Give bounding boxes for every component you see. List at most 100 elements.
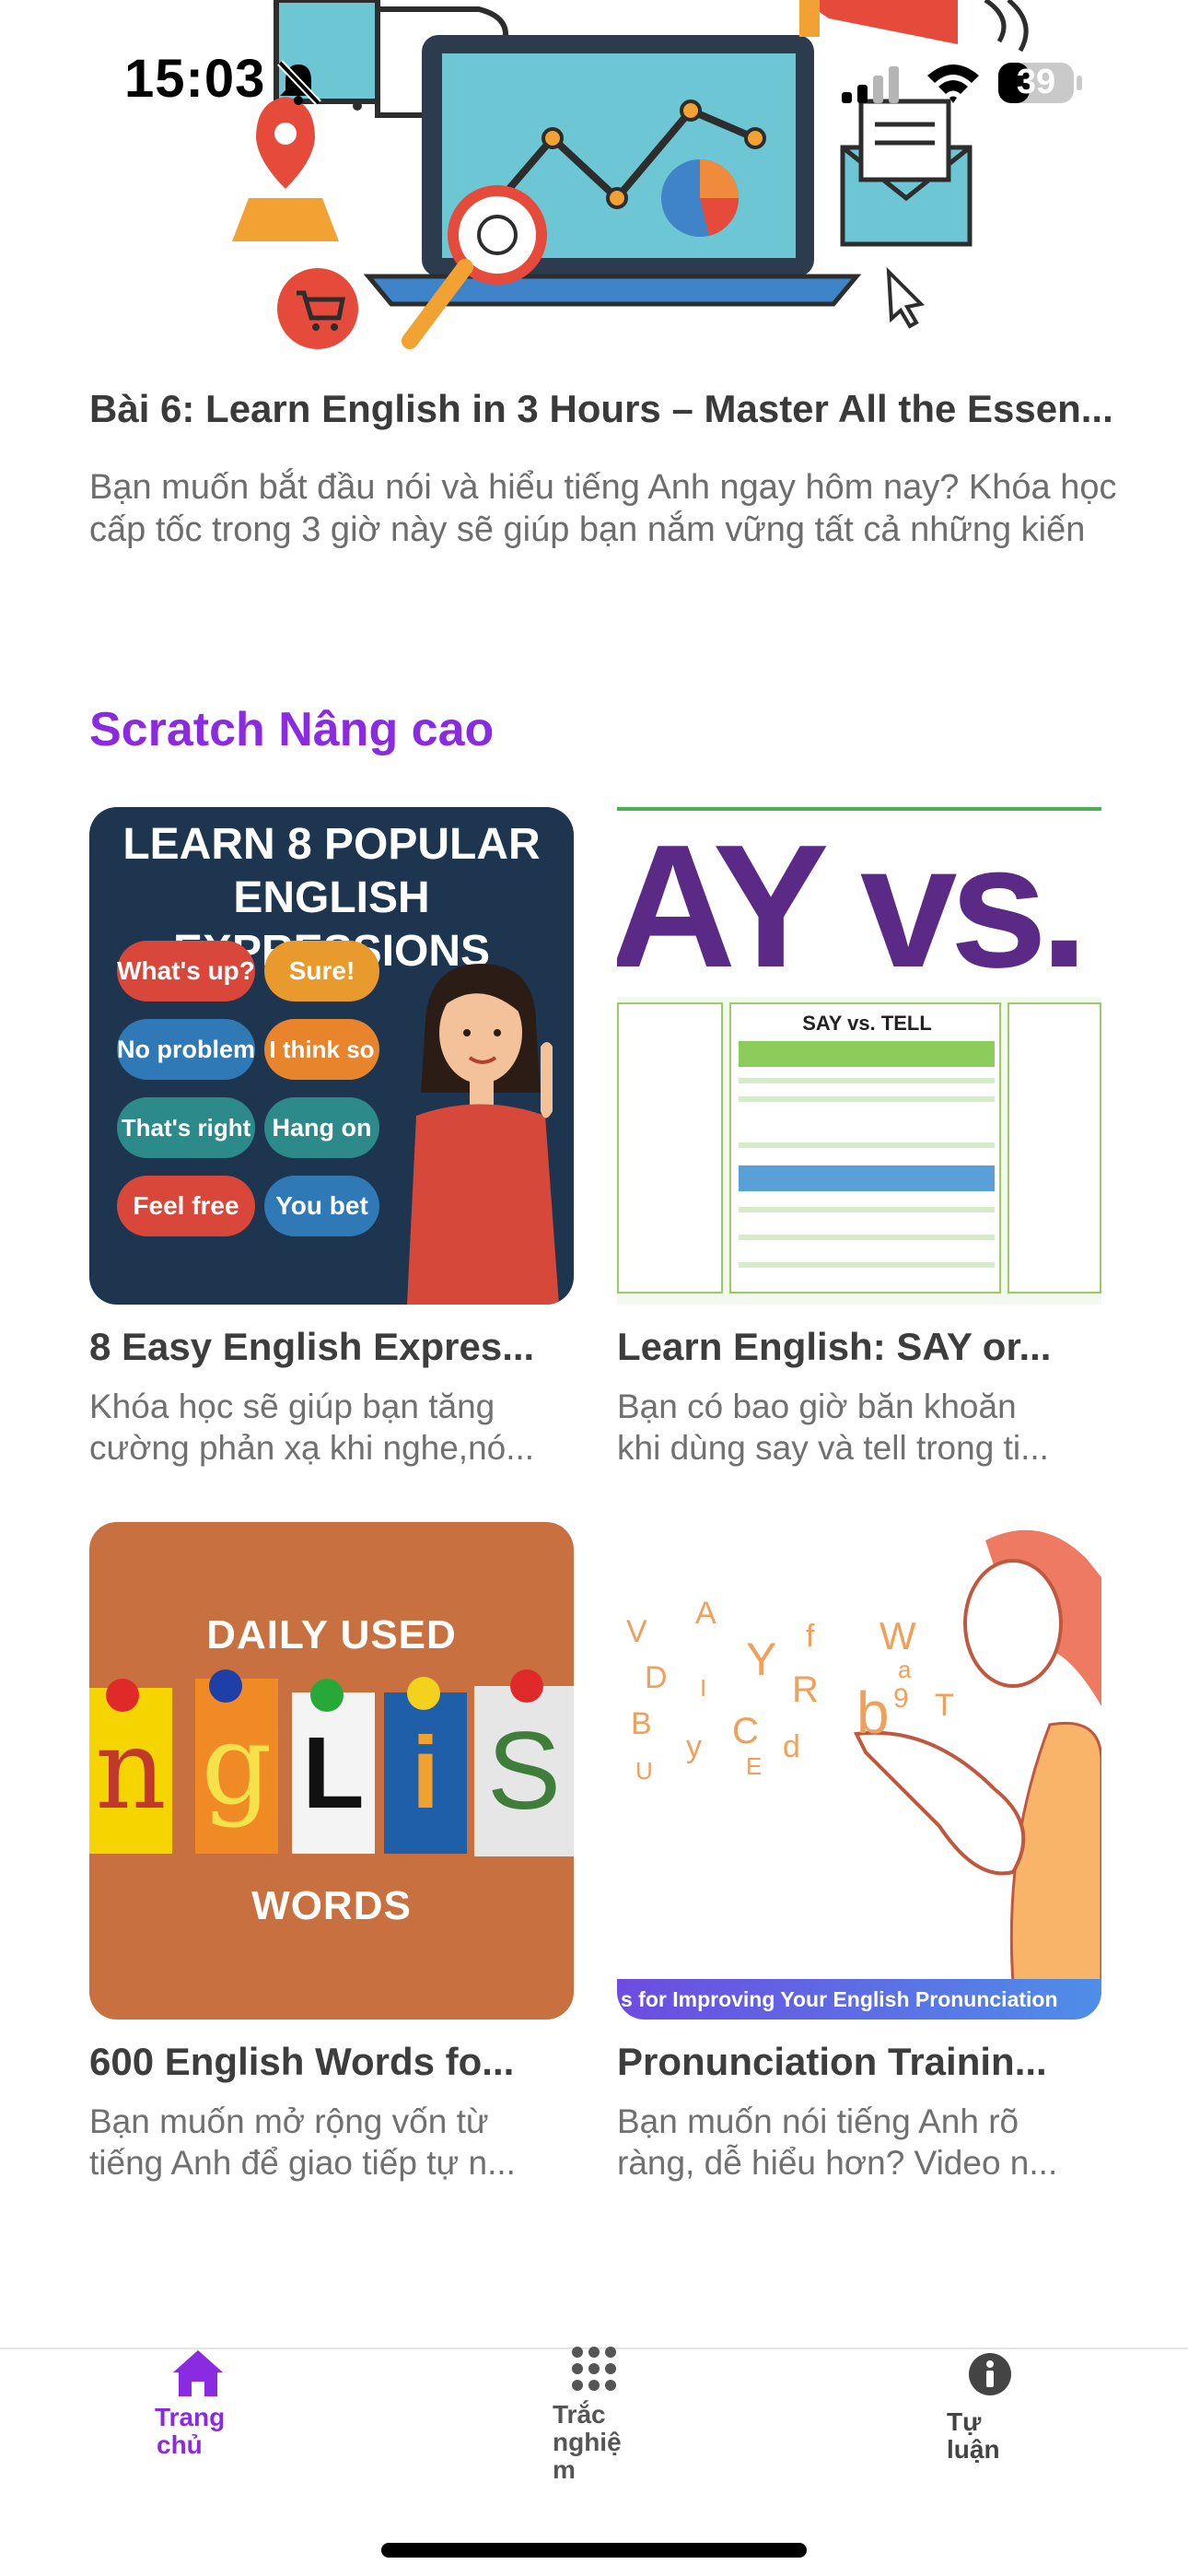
- course-description-line: Bạn muốn mở rộng vốn từ: [89, 2102, 489, 2140]
- letter-card: L: [292, 1692, 375, 1854]
- letter: Y: [746, 1633, 777, 1685]
- speech-bubble: What's up?: [117, 941, 255, 1001]
- course-description-line: Bạn muốn nói tiếng Anh rõ: [617, 2102, 1019, 2140]
- speech-bubble: I think so: [264, 1019, 379, 1080]
- course-description-line: khi dùng say và tell trong ti...: [617, 1429, 1049, 1467]
- bottom-tab-bar: Trang chủ Trắc nghiệ m Tự luận: [0, 2347, 1188, 2576]
- worksheet-line: [739, 1078, 995, 1083]
- letter: D: [645, 1660, 668, 1695]
- tab-label-line: Trắc: [553, 2400, 606, 2429]
- letter: b: [856, 1680, 890, 1746]
- letter: R: [792, 1669, 819, 1710]
- wifi-icon: [927, 64, 979, 103]
- woman-illustration: [407, 964, 559, 1305]
- grid-icon: [572, 2347, 616, 2391]
- letter: C: [732, 1711, 759, 1751]
- article-description: Bạn muốn bắt đầu nói và hiểu tiếng Anh n…: [89, 466, 1148, 551]
- pushpin-icon: [407, 1677, 440, 1710]
- tab-essay[interactable]: Tự luận: [947, 2349, 1076, 2464]
- letter: A: [695, 1596, 716, 1631]
- cellular-signal-icon: [842, 66, 899, 103]
- tab-label-line: Trang: [155, 2403, 226, 2431]
- course-title[interactable]: 600 English Words fo...: [89, 2040, 574, 2084]
- course-description-line: ràng, dễ hiểu hơn? Video n...: [617, 2144, 1058, 2182]
- tab-label: Trang chủ: [155, 2404, 284, 2459]
- letter: 9: [893, 1683, 909, 1714]
- letter-card: i: [384, 1692, 467, 1854]
- tab-label: Trắc nghiệ m: [553, 2401, 681, 2484]
- worksheet-header-row: [739, 1165, 995, 1191]
- speech-bubble: Feel free: [117, 1176, 255, 1236]
- letter: a: [898, 1656, 912, 1683]
- letter: f: [806, 1619, 815, 1654]
- course-card[interactable]: LEARN 8 POPULAR ENGLISH EXPRESSIONS What…: [89, 807, 574, 1469]
- speech-bubble: That's right: [117, 1097, 255, 1158]
- letter: y: [686, 1729, 702, 1764]
- course-description-line: Bạn có bao giờ băn khoăn: [617, 1388, 1017, 1425]
- thumb-heading-line: LEARN 8 POPULAR: [122, 820, 541, 869]
- letter-card: g: [195, 1679, 278, 1854]
- course-thumbnail[interactable]: DAILY USED n g L i S WORDS: [89, 1522, 574, 2020]
- pushpin-icon: [106, 1679, 139, 1712]
- thumb-banner: s for Improving Your English Pronunciati…: [617, 1979, 1101, 2020]
- thumb-top-text: DAILY USED: [206, 1612, 457, 1657]
- bell-slash-icon: [277, 60, 321, 106]
- course-title[interactable]: 8 Easy English Expres...: [89, 1325, 574, 1369]
- letter: W: [879, 1614, 916, 1657]
- course-description: Bạn muốn mở rộng vốn từ tiếng Anh để gia…: [89, 2101, 574, 2184]
- tab-label-line: luận: [947, 2435, 1000, 2464]
- worksheet-line: [739, 1235, 995, 1240]
- letter: V: [626, 1614, 647, 1649]
- thumb-heading: AY vs. TE: [617, 809, 1101, 1004]
- home-icon: [173, 2350, 223, 2396]
- article-hero-image[interactable]: 15:03 39: [0, 0, 1188, 369]
- thumb-worksheet-area: SAY vs. TELL: [617, 997, 1101, 1305]
- article-description-line: Bạn muốn bắt đầu nói và hiểu tiếng Anh n…: [89, 468, 1117, 507]
- worksheet-line: [739, 1262, 995, 1268]
- status-time: 15:03: [124, 49, 266, 109]
- info-icon: [969, 2353, 1011, 2395]
- course-description: Bạn muốn nói tiếng Anh rõ ràng, dễ hiểu …: [617, 2101, 1101, 2184]
- floating-letters: V A Y f W D I R a b 9 T B C y d E U: [617, 1522, 1101, 1983]
- letter-card: S: [474, 1686, 574, 1856]
- worksheet-panel-title: SAY vs. TELL: [802, 1012, 932, 1035]
- thumb-bottom-text: WORDS: [251, 1883, 412, 1928]
- course-description-line: tiếng Anh để giao tiếp tự n...: [89, 2144, 516, 2182]
- section-title: Scratch Nâng cao: [89, 703, 495, 756]
- worksheet-header-row: [739, 1041, 995, 1067]
- letter: T: [935, 1688, 954, 1723]
- letter: B: [631, 1706, 652, 1741]
- worksheet-line: [739, 1142, 995, 1148]
- course-card[interactable]: DAILY USED n g L i S WORDS 600 English W…: [89, 1522, 574, 2184]
- course-card[interactable]: AY vs. TE SAY vs. TELL Learn English: SA…: [617, 807, 1101, 1469]
- course-thumbnail[interactable]: LEARN 8 POPULAR ENGLISH EXPRESSIONS What…: [89, 807, 574, 1305]
- worksheet-panel: [617, 1002, 723, 1294]
- speech-bubble: Hang on: [264, 1097, 379, 1158]
- status-bar: 15:03 39: [0, 37, 1188, 120]
- letter: E: [746, 1752, 763, 1780]
- pushpin-icon: [209, 1669, 242, 1703]
- letter: d: [783, 1729, 800, 1764]
- course-thumbnail[interactable]: V A Y f W D I R a b 9 T B C y d E U s fo…: [617, 1522, 1101, 2020]
- article-title[interactable]: Bài 6: Learn English in 3 Hours – Master…: [89, 387, 1148, 431]
- course-thumbnail[interactable]: AY vs. TE SAY vs. TELL: [617, 807, 1101, 1305]
- course-description-line: cường phản xạ khi nghe,nó...: [89, 1429, 535, 1467]
- tab-label: Tự luận: [947, 2408, 1076, 2464]
- pushpin-icon: [510, 1669, 543, 1703]
- speech-bubble: No problem: [117, 1019, 255, 1080]
- worksheet-panel: SAY vs. TELL: [729, 1002, 1001, 1294]
- course-description: Khóa học sẽ giúp bạn tăng cường phản xạ …: [89, 1386, 574, 1469]
- tab-label-line: Tự: [947, 2407, 982, 2436]
- worksheet-line: [739, 1207, 995, 1212]
- app-screen: 15:03 39 Bài 6: Learn English in 3 Hours…: [0, 0, 1188, 2576]
- tab-label-line: chủ: [157, 2430, 203, 2459]
- tab-home[interactable]: Trang chủ: [155, 2347, 284, 2459]
- tab-quiz[interactable]: Trắc nghiệ m: [553, 2344, 681, 2484]
- letter: U: [635, 1757, 653, 1785]
- course-card[interactable]: V A Y f W D I R a b 9 T B C y d E U s fo…: [617, 1522, 1101, 2184]
- course-title[interactable]: Pronunciation Trainin...: [617, 2040, 1101, 2084]
- letter-card: n: [89, 1688, 172, 1854]
- home-indicator[interactable]: [381, 2543, 807, 2558]
- course-title[interactable]: Learn English: SAY or...: [617, 1325, 1101, 1369]
- speech-bubble: Sure!: [264, 941, 379, 1001]
